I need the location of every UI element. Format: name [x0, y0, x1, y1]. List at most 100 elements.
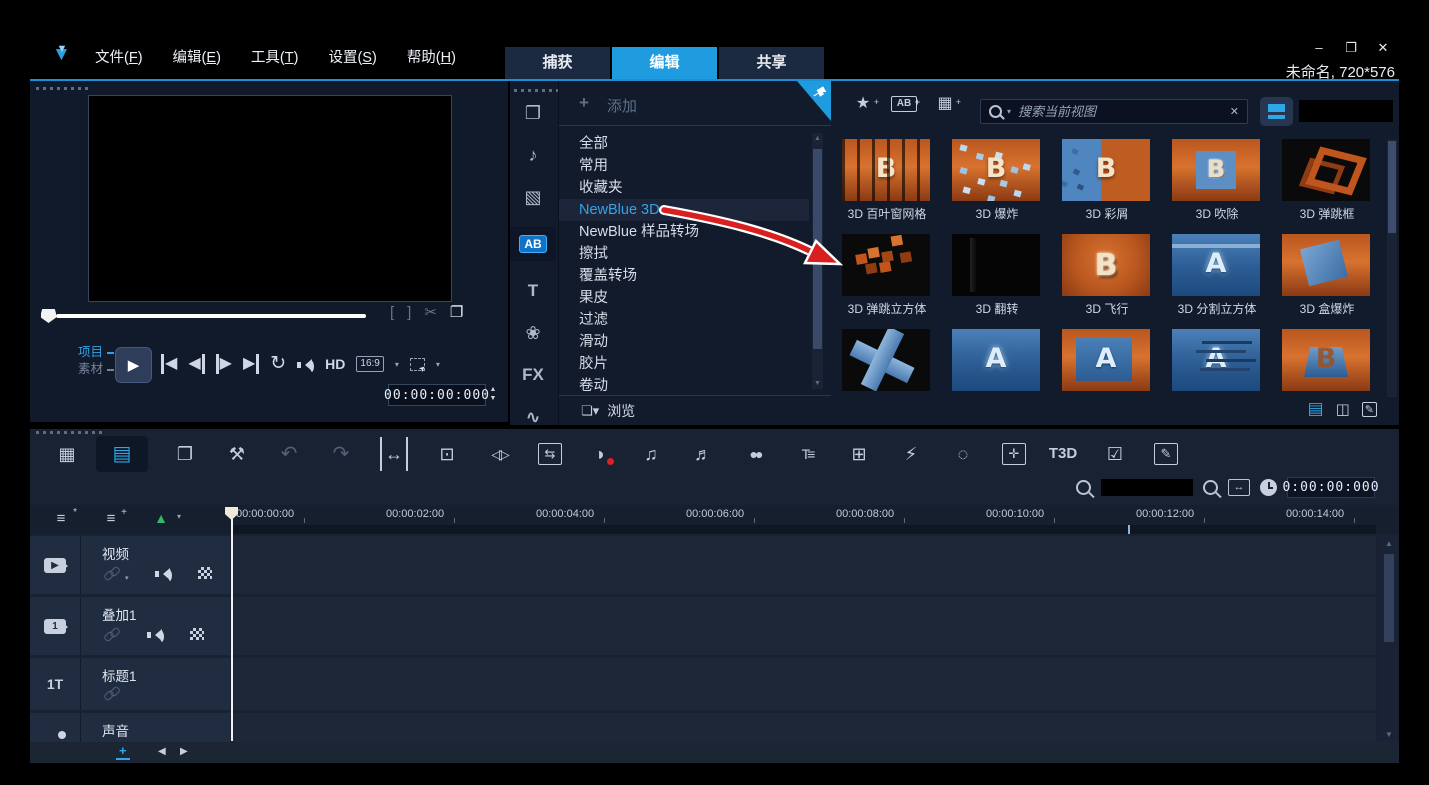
- category-newblue-samples[interactable]: NewBlue 样品转场: [559, 221, 809, 243]
- clear-search-icon[interactable]: ✕: [1230, 105, 1239, 118]
- split-scissors-icon[interactable]: ✂: [424, 303, 437, 321]
- filter-library-icon[interactable]: FX: [510, 363, 556, 387]
- record-capture-icon[interactable]: ❐: [162, 435, 208, 473]
- redo-icon[interactable]: ↷: [318, 435, 364, 473]
- menu-help[interactable]: 帮助(H): [407, 46, 456, 67]
- category-frequent[interactable]: 常用: [559, 155, 809, 177]
- transition-thumbnail[interactable]: [842, 234, 930, 296]
- timecode-spinner[interactable]: ▲ ▼: [488, 384, 498, 404]
- grid-scrollbar[interactable]: [1387, 139, 1397, 397]
- menu-settings[interactable]: 设置(S): [328, 46, 376, 67]
- transition-thumbnail[interactable]: [1282, 234, 1370, 296]
- transition-thumbnail[interactable]: B: [1062, 139, 1150, 201]
- subtitle-editor-icon[interactable]: T≡: [784, 435, 830, 473]
- track-manager-icon[interactable]: ≡ *: [50, 507, 77, 527]
- category-overlap[interactable]: 覆盖转场: [559, 265, 809, 287]
- track-content[interactable]: [232, 658, 1376, 710]
- search-box[interactable]: ▾ ✕: [980, 99, 1248, 124]
- track-header[interactable]: 1 叠加1 ▾: [30, 597, 230, 655]
- add-favorite-icon[interactable]: ★ +: [851, 93, 879, 115]
- go-start-button[interactable]: ◀: [161, 354, 177, 374]
- menu-tools[interactable]: 工具(T): [251, 46, 299, 67]
- library-view-icon[interactable]: ▤: [1308, 399, 1324, 419]
- chevron-down-icon[interactable]: ▾: [395, 360, 399, 369]
- hd-toggle[interactable]: HD: [325, 356, 345, 372]
- category-film[interactable]: 胶片: [559, 353, 809, 375]
- chevron-down-icon[interactable]: ▾: [436, 360, 440, 369]
- split-clip-icon[interactable]: ◁▷: [476, 435, 522, 473]
- mute-icon[interactable]: [154, 567, 172, 583]
- transition-thumbnail[interactable]: [842, 329, 930, 391]
- transition-library-icon[interactable]: AB: [510, 227, 556, 261]
- view-toggle-button[interactable]: [1260, 97, 1293, 126]
- panel-drag-handle[interactable]: [514, 89, 560, 92]
- mask-creator-icon[interactable]: ◌: [940, 435, 986, 473]
- category-roll[interactable]: 卷动: [559, 375, 809, 391]
- chevron-down-icon[interactable]: ▾: [1007, 107, 1011, 116]
- zoom-in-icon[interactable]: [1203, 479, 1218, 495]
- transition-batch-icon[interactable]: ●●: [732, 435, 778, 473]
- tab-capture[interactable]: 捕获: [505, 47, 610, 79]
- preview-timecode[interactable]: 00:00:00:000: [384, 384, 489, 406]
- mark-in-icon[interactable]: [: [390, 304, 394, 321]
- link-icon[interactable]: [104, 567, 121, 579]
- transition-thumbnail[interactable]: B: [952, 139, 1040, 201]
- motion-tracking-icon[interactable]: ⚡: [888, 435, 934, 473]
- transition-thumbnail[interactable]: A: [1172, 329, 1260, 391]
- enlarge-preview-icon[interactable]: ❐: [450, 303, 463, 321]
- transition-thumbnail[interactable]: B: [1062, 234, 1150, 296]
- ripple-indicator-icon[interactable]: ▲ ▾: [150, 510, 181, 526]
- title-library-icon[interactable]: T: [510, 279, 556, 303]
- category-all[interactable]: 全部: [559, 133, 809, 155]
- category-wipe[interactable]: 擦拭: [559, 243, 809, 265]
- category-filter[interactable]: 过滤: [559, 309, 809, 331]
- mode-project[interactable]: 项目: [78, 344, 115, 361]
- aspect-ratio-select[interactable]: 16:9: [356, 356, 384, 372]
- track-content[interactable]: [232, 536, 1376, 594]
- instant-project-icon[interactable]: ▧: [510, 185, 556, 209]
- transparency-icon[interactable]: [197, 567, 212, 579]
- multi-trim-icon[interactable]: ✎: [1154, 443, 1178, 465]
- playhead-line[interactable]: [231, 519, 233, 741]
- motion-path-icon[interactable]: ∿: [510, 405, 556, 429]
- marker-strip[interactable]: [232, 525, 1376, 534]
- track-content[interactable]: [232, 597, 1376, 655]
- browse-button[interactable]: ❏▾ 浏览: [559, 395, 831, 425]
- add-track-icon[interactable]: ≡ +: [100, 507, 127, 527]
- transition-thumbnail[interactable]: [1282, 139, 1370, 201]
- menu-file[interactable]: 文件(F): [95, 46, 143, 67]
- scroll-left-icon[interactable]: ◀: [158, 746, 166, 757]
- close-button[interactable]: ✕: [1375, 40, 1391, 56]
- undo-icon[interactable]: ↶: [266, 435, 312, 473]
- timeline-ruler[interactable]: 00:00:00:00 00:00:02:00 00:00:04:00 00:00:0…: [232, 505, 1376, 525]
- panel-drag-handle[interactable]: [36, 431, 106, 434]
- import-transition-icon[interactable]: ▦ +: [933, 93, 961, 115]
- graphic-library-icon[interactable]: ❀: [510, 321, 556, 345]
- beat-marker-icon[interactable]: ♫: [628, 435, 674, 473]
- category-favorites[interactable]: 收藏夹: [559, 177, 809, 199]
- selection-tool-icon[interactable]: ➤: [409, 357, 428, 374]
- track-header[interactable]: 声音 ▾: [30, 713, 230, 742]
- restore-button[interactable]: ❐: [1343, 40, 1359, 56]
- transition-thumbnail[interactable]: B: [1172, 139, 1260, 201]
- mark-out-icon[interactable]: ]: [407, 304, 411, 321]
- add-category-label[interactable]: 添加: [607, 95, 637, 116]
- search-input[interactable]: [1016, 103, 1225, 120]
- audio-library-icon[interactable]: ♪: [510, 143, 556, 167]
- duration-clock-icon[interactable]: [1260, 478, 1277, 496]
- edit-pencil-icon[interactable]: ✎: [1361, 401, 1377, 417]
- timeline-view-icon[interactable]: ▤: [96, 436, 148, 472]
- track-motion-icon[interactable]: ✛: [1002, 443, 1026, 465]
- transition-thumbnail[interactable]: [952, 234, 1040, 296]
- add-cue-button[interactable]: +: [116, 744, 130, 760]
- scrubber-handle[interactable]: [41, 309, 56, 323]
- ripple-edit-icon[interactable]: ↔: [380, 437, 408, 471]
- storyboard-view-icon[interactable]: ▦: [44, 435, 90, 473]
- media-library-icon[interactable]: ❐: [510, 101, 556, 125]
- track-header[interactable]: 1T 标题1 ▾: [30, 658, 230, 710]
- mode-clip[interactable]: 素材: [78, 361, 115, 378]
- audio-film-icon[interactable]: ♬: [680, 435, 726, 473]
- tab-edit[interactable]: 编辑: [612, 47, 717, 79]
- timeline-timecode[interactable]: 0:00:00:000: [1282, 476, 1379, 498]
- title-3d-icon[interactable]: T3D: [1040, 435, 1086, 473]
